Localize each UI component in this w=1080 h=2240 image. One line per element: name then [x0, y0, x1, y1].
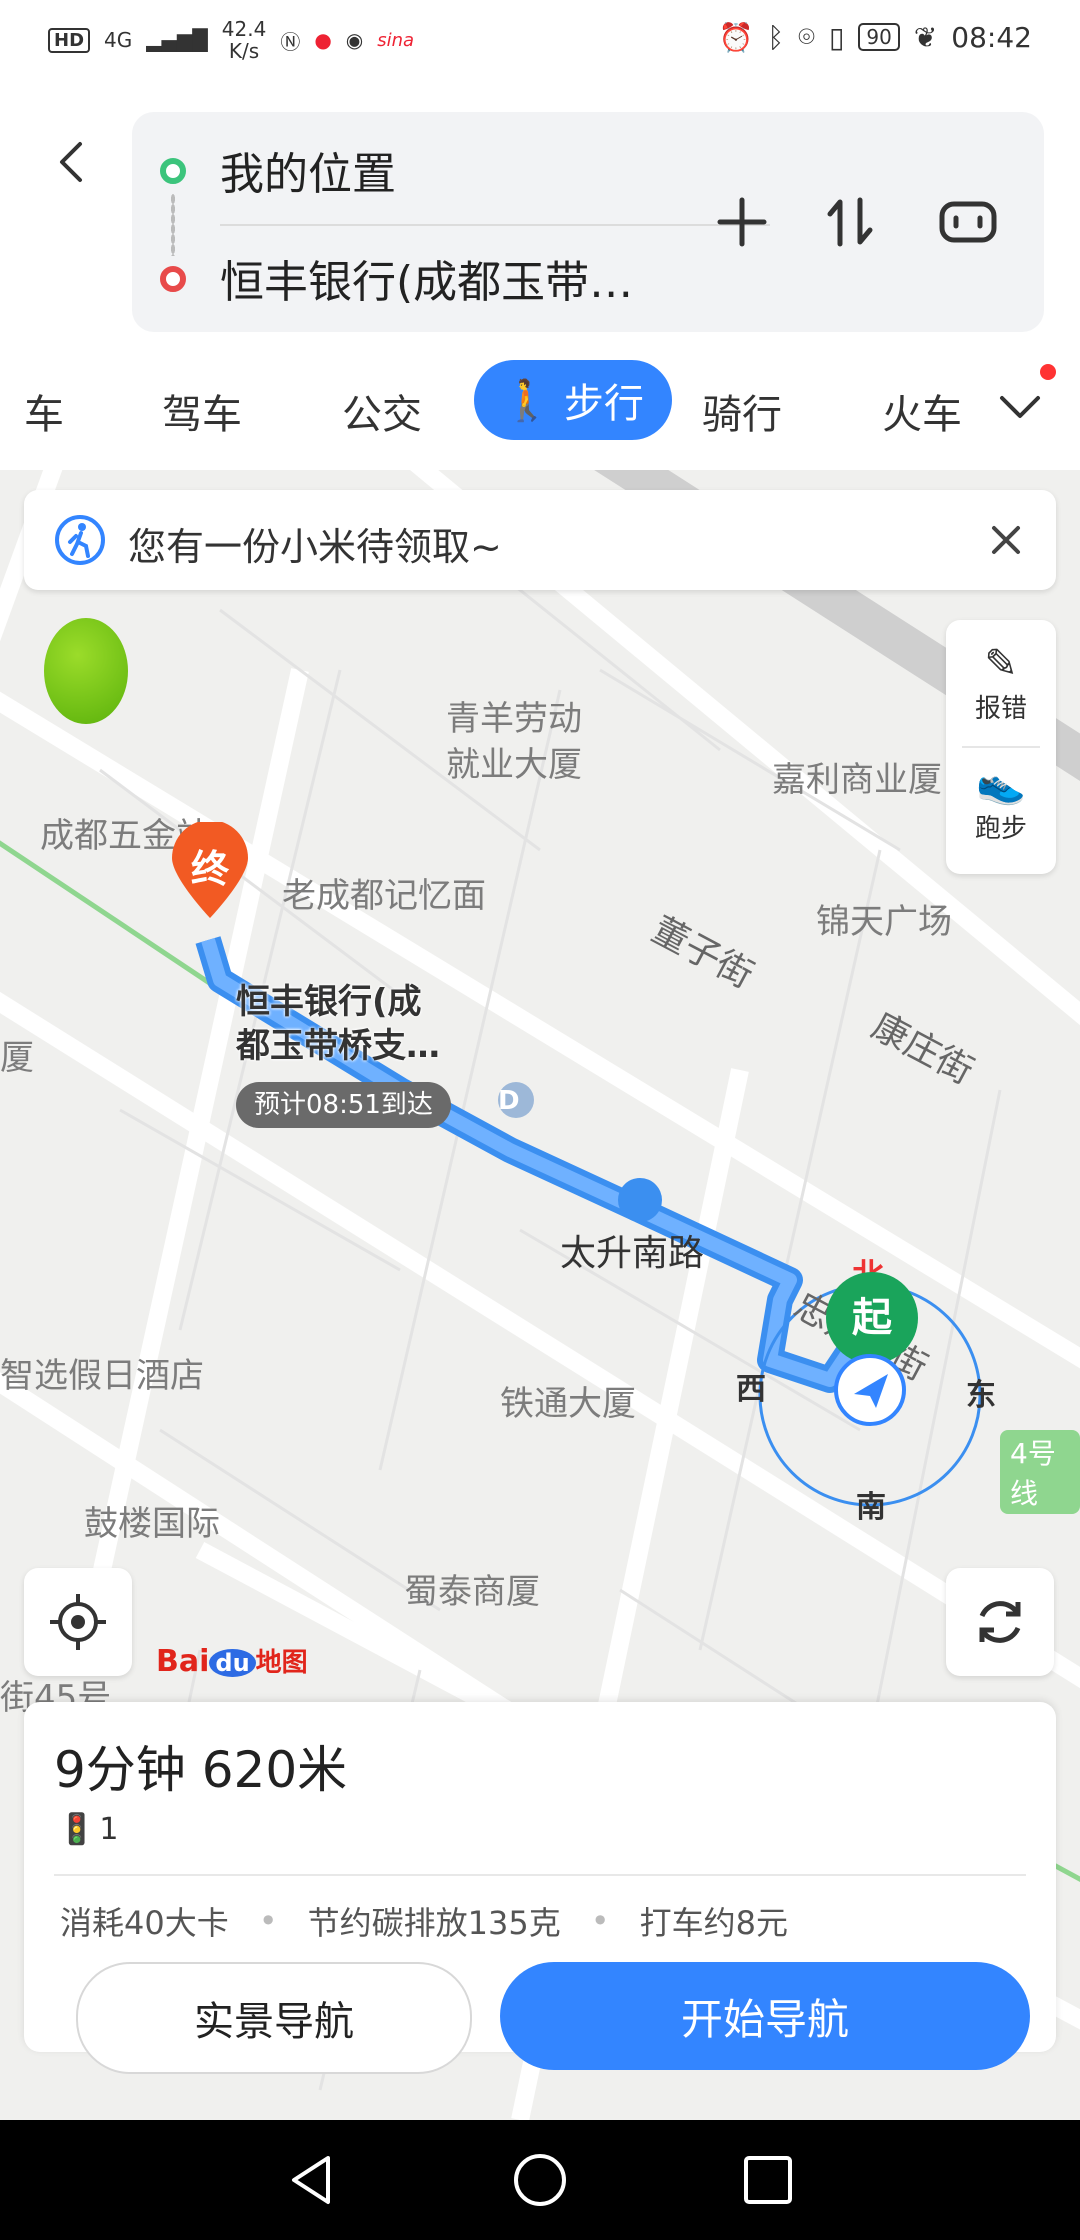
separator-dot: • — [258, 1902, 278, 1940]
tab-transit[interactable]: 公交 — [342, 382, 422, 440]
walk-icon: 🚶 — [502, 377, 552, 424]
chevron-down-icon[interactable] — [996, 382, 1044, 430]
running-shoe-icon: 👟 — [976, 761, 1026, 807]
system-nav-bar — [0, 2120, 1080, 2240]
poi-laochengdu[interactable]: 老成都记忆面 — [282, 868, 486, 917]
compass-south: 南 — [856, 1490, 886, 1525]
route-stats: 消耗40大卡 • 节约碳排放135克 • 打车约8元 — [60, 1898, 788, 1944]
nfc-icon: Ⓝ — [280, 29, 301, 54]
back-icon[interactable] — [50, 140, 94, 184]
start-marker: 起 — [826, 1272, 918, 1364]
poi-jintian[interactable]: 锦天广场 — [816, 894, 952, 943]
leaf-icon: ❦ — [913, 20, 938, 54]
destination-field[interactable]: 恒丰银行(成都玉带… — [220, 246, 690, 310]
walking-person-icon — [55, 515, 105, 565]
current-location-arrow-icon — [834, 1354, 906, 1426]
ar-navigation-button[interactable]: 实景导航 — [76, 1962, 472, 2074]
carbon-saved: 节约碳排放135克 — [307, 1904, 561, 1942]
promo-text: 您有一份小米待领取~ — [128, 525, 502, 569]
notification-dot — [1040, 364, 1056, 380]
signal-icon: ▂▄▆█ — [146, 28, 208, 52]
back-triangle-icon[interactable] — [282, 2150, 342, 2210]
poi-shutai[interactable]: 蜀泰商厦 — [404, 1564, 540, 1613]
compass-east: 东 — [966, 1378, 996, 1413]
sheet-divider — [54, 1874, 1026, 1876]
recents-square-icon[interactable] — [738, 2150, 798, 2210]
locate-icon — [50, 1594, 106, 1650]
swap-route-icon[interactable] — [820, 192, 880, 252]
taxi-estimate: 打车约8元 — [639, 1904, 788, 1942]
destination-map-label[interactable]: 恒丰银行(成 都玉带桥支… — [236, 980, 440, 1068]
sina-icon: sina — [377, 29, 415, 51]
route-summary-sheet: 9分钟 620米 🚦 1 消耗40大卡 • 节约碳排放135克 • 打车约8元 … — [24, 1702, 1056, 2074]
end-dot-icon — [160, 266, 186, 292]
origin-field[interactable]: 我的位置 — [220, 138, 396, 202]
network-indicator: 4G — [104, 28, 133, 52]
running-button[interactable]: 👟 跑步 — [946, 760, 1056, 845]
start-dot-icon — [160, 158, 186, 184]
time-distance: 9分钟 620米 — [54, 1741, 348, 1799]
tab-walk[interactable]: 🚶 步行 — [474, 360, 672, 440]
baidu-map-logo: Bai du 地图 — [156, 1644, 308, 1679]
status-left: HD 4G ▂▄▆█ 42.4 K/s Ⓝ ● ◉ sina — [48, 18, 414, 62]
home-circle-icon[interactable] — [510, 2150, 570, 2210]
poi-qingyang[interactable]: 青羊劳动 就业大厦 — [446, 696, 582, 788]
route-dots — [171, 194, 175, 256]
refresh-button[interactable] — [946, 1568, 1054, 1676]
separator-dot: • — [590, 1902, 610, 1940]
report-error-button[interactable]: ✎ 报错 — [946, 640, 1056, 725]
metro-line-4-badge[interactable]: 4号线 — [1000, 1430, 1080, 1514]
road-taisheng: 太升南路 — [560, 1233, 705, 1274]
traffic-lights-count: 🚦 1 — [58, 1812, 119, 1847]
eta-badge: 预计08:51到达 — [236, 1082, 451, 1128]
poi-hotel[interactable]: 智选假日酒店 — [0, 1348, 204, 1397]
tab-drive[interactable]: 驾车 — [162, 382, 242, 440]
close-icon[interactable] — [986, 520, 1026, 560]
d-marker: D — [498, 1086, 520, 1116]
status-bar: HD 4G ▂▄▆█ 42.4 K/s Ⓝ ● ◉ sina ⏰ ᛒ ⌾ ▯ 9… — [0, 0, 1080, 80]
route-card: 我的位置 恒丰银行(成都玉带… — [132, 112, 1044, 332]
calories: 消耗40大卡 — [60, 1904, 229, 1942]
green-balloon-icon[interactable] — [44, 618, 128, 724]
battery-indicator: 90 — [858, 23, 900, 51]
status-right: ⏰ ᛒ ⌾ ▯ 90 ❦ 08:42 — [718, 20, 1032, 54]
clock: 08:42 — [951, 20, 1032, 54]
end-marker-label: 终 — [190, 847, 229, 891]
traffic-light-icon: 🚦 — [58, 1812, 96, 1847]
locate-me-button[interactable] — [24, 1568, 132, 1676]
network-speed: 42.4 K/s — [221, 17, 267, 63]
tab-car[interactable]: 车 — [24, 382, 64, 440]
alarm-icon: ⏰ — [718, 20, 754, 54]
poi-tietong[interactable]: 铁通大厦 — [500, 1376, 636, 1425]
map-side-panel: ✎ 报错 👟 跑步 — [946, 620, 1056, 874]
hd-badge: HD — [48, 27, 91, 53]
route-preference-icon[interactable] — [938, 192, 998, 252]
tab-ride[interactable]: 骑行 — [702, 382, 782, 440]
vibrate-icon: ▯ — [828, 20, 845, 54]
tab-train[interactable]: 火车 — [882, 382, 962, 440]
poi-gulou[interactable]: 鼓楼国际 — [84, 1496, 220, 1545]
promo-banner[interactable]: 您有一份小米待领取~ — [24, 490, 1056, 590]
bluetooth-icon: ᛒ — [767, 20, 785, 54]
side-divider — [962, 746, 1040, 748]
compass-west: 西 — [736, 1372, 766, 1407]
route-divider — [220, 224, 770, 226]
mic-icon: ● — [314, 28, 332, 52]
poi-jiali[interactable]: 嘉利商业厦 — [772, 752, 942, 801]
poi-xia[interactable]: 厦 — [0, 1030, 34, 1079]
add-waypoint-icon[interactable] — [712, 192, 772, 252]
start-navigation-button[interactable]: 开始导航 — [500, 1962, 1030, 2070]
refresh-icon — [979, 1601, 1021, 1643]
edit-icon: ✎ — [984, 641, 1018, 687]
location-icon: ⌾ — [798, 20, 815, 53]
app-du-icon: ◉ — [345, 28, 364, 52]
